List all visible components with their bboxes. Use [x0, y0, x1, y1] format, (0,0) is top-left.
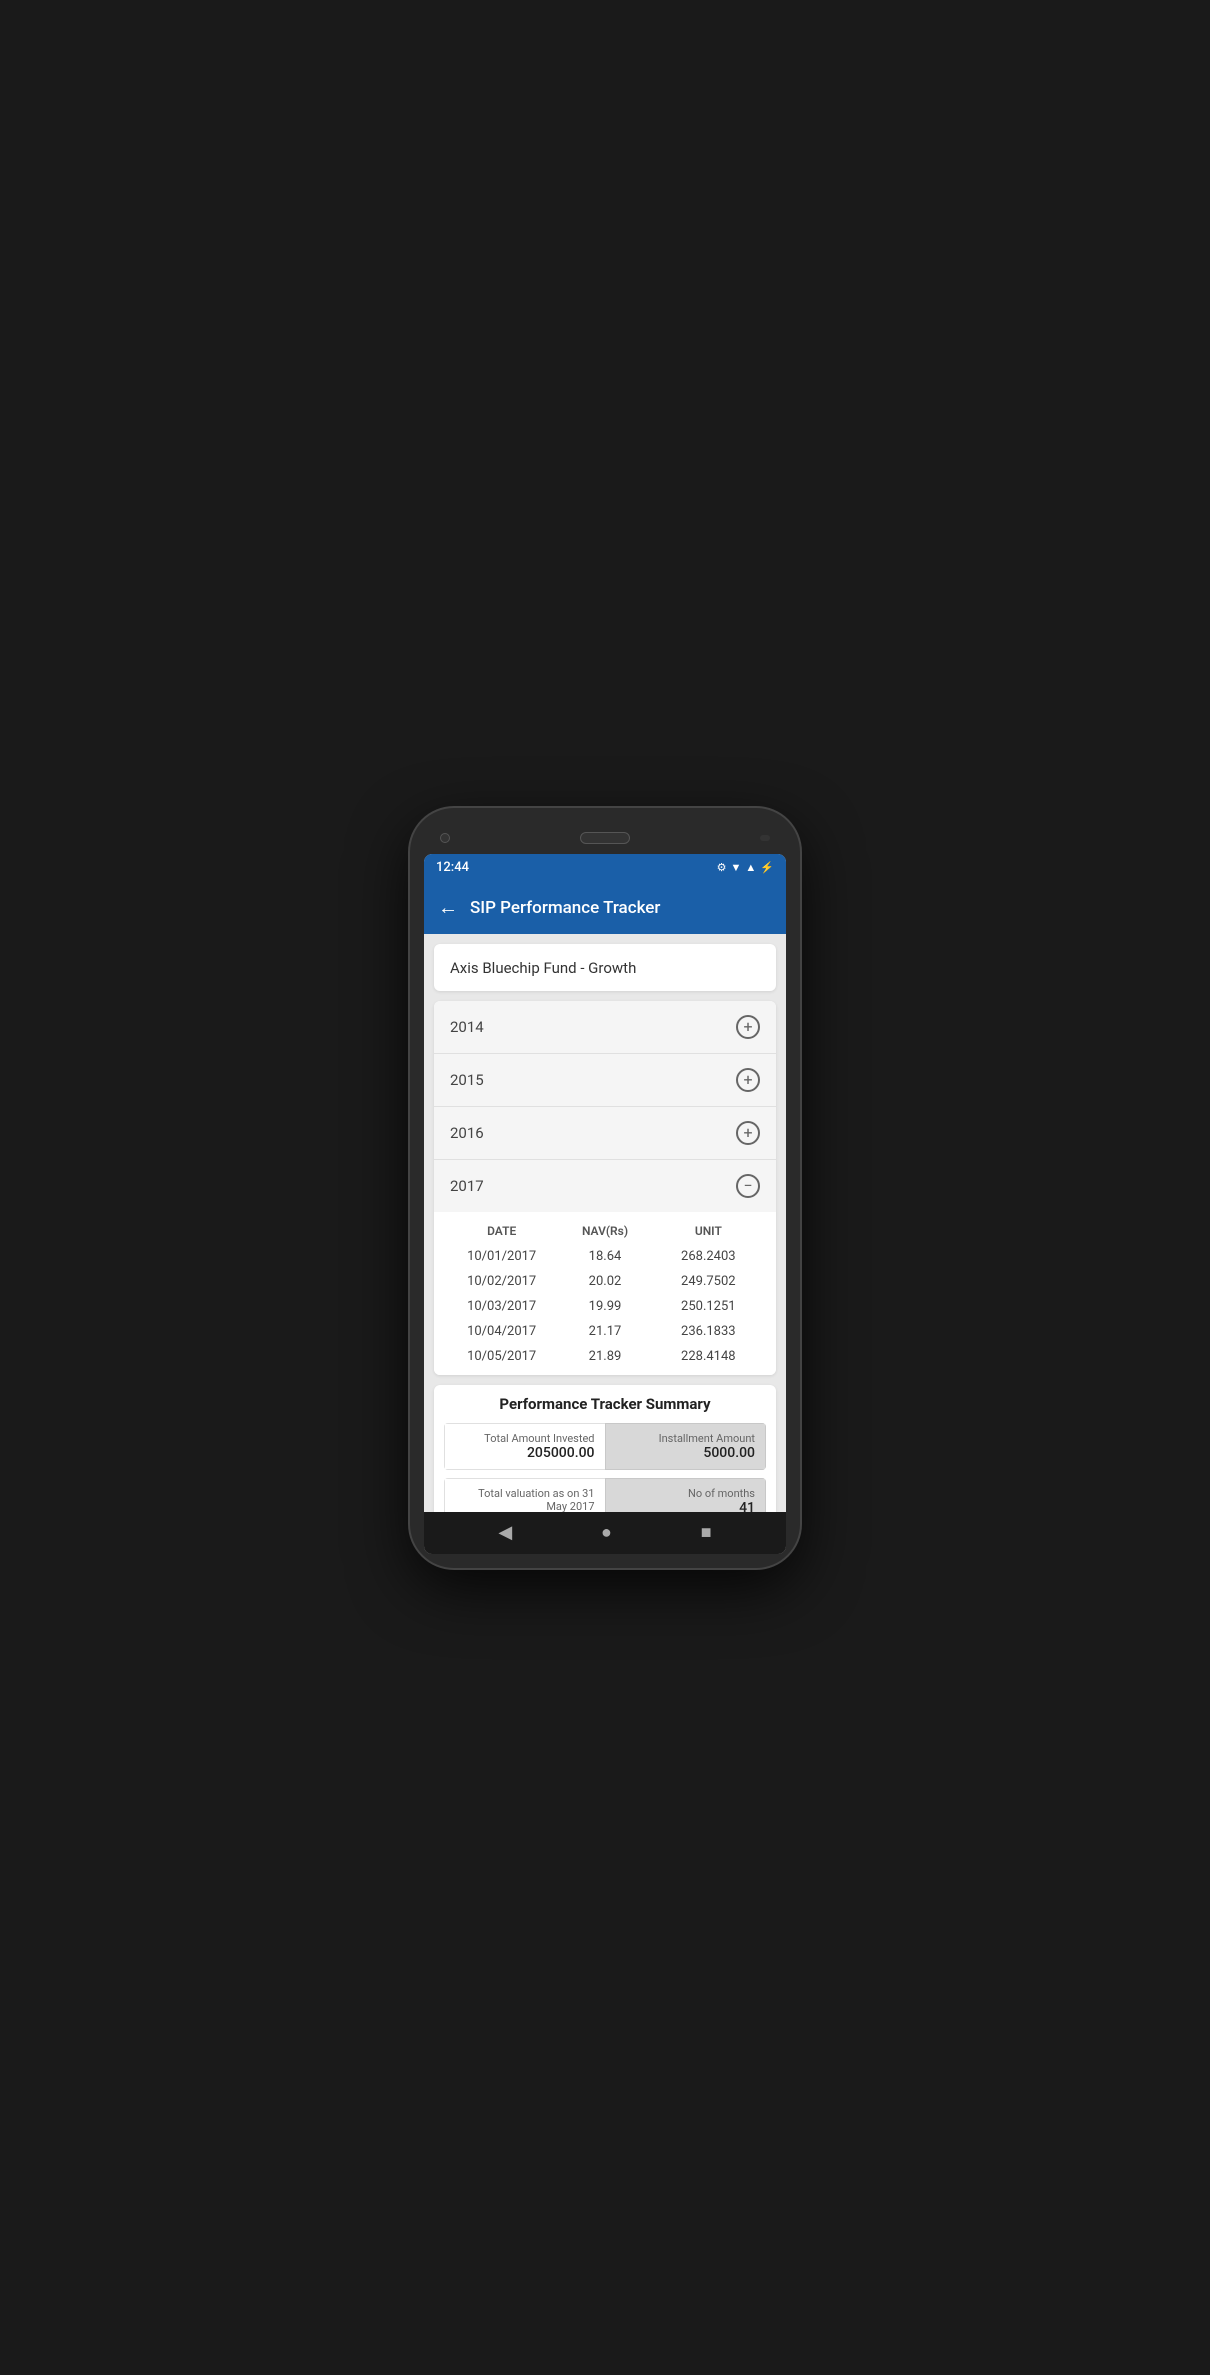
wifi-icon: ▼ — [731, 861, 742, 874]
summary-row-1: Total valuation as on 31 May 2017 250762… — [444, 1478, 766, 1512]
summary-right-1: No of months 41 — [605, 1478, 767, 1512]
cell-date-3: 10/04/2017 — [450, 1324, 553, 1339]
table-row: 10/01/2017 18.64 268.2403 — [434, 1244, 776, 1269]
phone-screen: 12:44 ⚙ ▼ ▲ ⚡ ← SIP Performance Tracker … — [424, 854, 786, 1554]
accordion-icon-2016: + — [736, 1121, 760, 1145]
accordion-header-2016[interactable]: 2016 + — [434, 1107, 776, 1159]
accordion-item-2017: 2017 − DATE NAV(Rs) UNIT — [434, 1160, 776, 1375]
summary-label-1-right: No of months — [616, 1487, 756, 1500]
settings-icon: ⚙ — [717, 861, 727, 874]
app-bar: ← SIP Performance Tracker — [424, 882, 786, 934]
cell-unit-4: 228.4148 — [657, 1349, 760, 1364]
accordion-year-2015: 2015 — [450, 1071, 484, 1089]
year-2017-table: DATE NAV(Rs) UNIT 10/01/2017 18.64 268.2… — [434, 1212, 776, 1375]
summary-right-0: Installment Amount 5000.00 — [605, 1423, 767, 1470]
bottom-nav: ◀ ● ■ — [424, 1512, 786, 1554]
accordion-item-2015: 2015 + — [434, 1054, 776, 1107]
table-row: 10/02/2017 20.02 249.7502 — [434, 1269, 776, 1294]
cell-nav-4: 21.89 — [553, 1349, 656, 1364]
table-row: 10/05/2017 21.89 228.4148 — [434, 1344, 776, 1369]
fund-name: Axis Bluechip Fund - Growth — [450, 959, 636, 977]
signal-icon: ▲ — [745, 861, 756, 874]
accordion-icon-2014: + — [736, 1015, 760, 1039]
table-row: 10/04/2017 21.17 236.1833 — [434, 1319, 776, 1344]
cell-unit-1: 249.7502 — [657, 1274, 760, 1289]
summary-value-0-right: 5000.00 — [616, 1445, 756, 1461]
cell-date-1: 10/02/2017 — [450, 1274, 553, 1289]
accordion-header-2017[interactable]: 2017 − — [434, 1160, 776, 1212]
cell-date-4: 10/05/2017 — [450, 1349, 553, 1364]
phone-shell: 12:44 ⚙ ▼ ▲ ⚡ ← SIP Performance Tracker … — [410, 808, 800, 1568]
summary-title: Performance Tracker Summary — [444, 1395, 766, 1413]
nav-home-button[interactable]: ● — [601, 1522, 612, 1543]
accordion-container: 2014 + 2015 + — [434, 1001, 776, 1375]
cell-unit-2: 250.1251 — [657, 1299, 760, 1314]
phone-speaker — [580, 832, 630, 844]
summary-label-1-left: Total valuation as on 31 May 2017 — [455, 1487, 595, 1512]
accordion-header-2015[interactable]: 2015 + — [434, 1054, 776, 1106]
accordion-year-2014: 2014 — [450, 1018, 484, 1036]
col-unit: UNIT — [657, 1224, 760, 1238]
summary-value-0-left: 205000.00 — [455, 1445, 595, 1461]
app-bar-title: SIP Performance Tracker — [470, 898, 660, 918]
main-content: Axis Bluechip Fund - Growth 2014 + 2 — [424, 934, 786, 1512]
summary-label-0-left: Total Amount Invested — [455, 1432, 595, 1445]
accordion-header-2014[interactable]: 2014 + — [434, 1001, 776, 1053]
accordion-item-2016: 2016 + — [434, 1107, 776, 1160]
cell-nav-1: 20.02 — [553, 1274, 656, 1289]
fund-name-card: Axis Bluechip Fund - Growth — [434, 944, 776, 991]
accordion-icon-2015: + — [736, 1068, 760, 1092]
status-bar: 12:44 ⚙ ▼ ▲ ⚡ — [424, 854, 786, 882]
cell-unit-3: 236.1833 — [657, 1324, 760, 1339]
accordion-year-2017: 2017 — [450, 1177, 484, 1195]
back-button[interactable]: ← — [438, 895, 458, 920]
col-nav: NAV(Rs) — [553, 1224, 656, 1238]
summary-value-1-right: 41 — [616, 1500, 756, 1512]
cell-unit-0: 268.2403 — [657, 1249, 760, 1264]
nav-recent-button[interactable]: ■ — [701, 1522, 712, 1543]
table-row: 10/03/2017 19.99 250.1251 — [434, 1294, 776, 1319]
summary-row-0: Total Amount Invested 205000.00 Installm… — [444, 1423, 766, 1470]
status-icons: ⚙ ▼ ▲ ⚡ — [717, 861, 774, 874]
col-date: DATE — [450, 1224, 553, 1238]
nav-back-button[interactable]: ◀ — [498, 1522, 512, 1543]
phone-sensor — [760, 835, 770, 841]
accordion-year-2016: 2016 — [450, 1124, 484, 1142]
cell-date-2: 10/03/2017 — [450, 1299, 553, 1314]
cell-nav-3: 21.17 — [553, 1324, 656, 1339]
phone-camera — [440, 833, 450, 843]
battery-icon: ⚡ — [760, 861, 774, 874]
accordion-icon-2017: − — [736, 1174, 760, 1198]
summary-left-1: Total valuation as on 31 May 2017 250762… — [444, 1478, 605, 1512]
cell-date-0: 10/01/2017 — [450, 1249, 553, 1264]
summary-left-0: Total Amount Invested 205000.00 — [444, 1423, 605, 1470]
table-header-row: DATE NAV(Rs) UNIT — [434, 1218, 776, 1244]
accordion-item-2014: 2014 + — [434, 1001, 776, 1054]
performance-summary: Performance Tracker Summary Total Amount… — [434, 1385, 776, 1512]
cell-nav-2: 19.99 — [553, 1299, 656, 1314]
cell-nav-0: 18.64 — [553, 1249, 656, 1264]
phone-top-bar — [424, 822, 786, 854]
status-time: 12:44 — [436, 860, 469, 875]
summary-label-0-right: Installment Amount — [616, 1432, 756, 1445]
